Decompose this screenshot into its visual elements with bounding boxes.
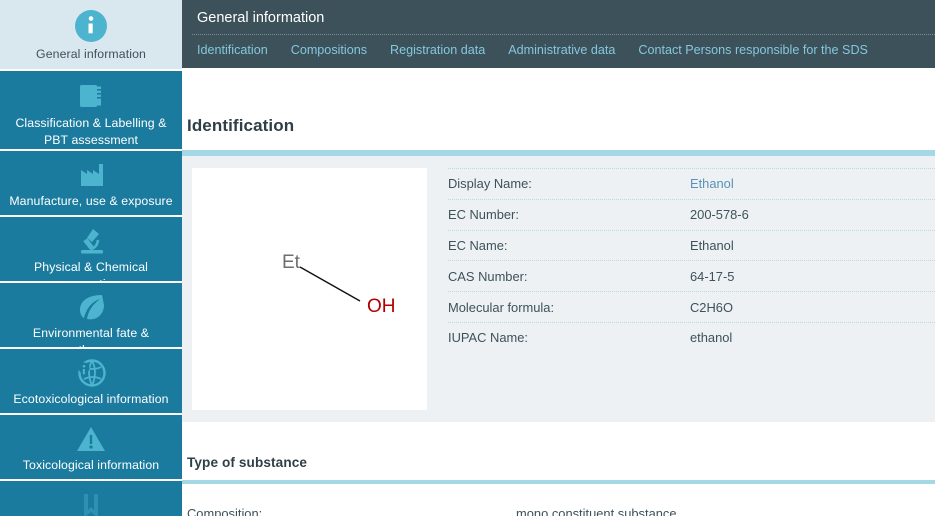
row-value-iupac-name: ethanol bbox=[690, 330, 733, 346]
sidebar-item-toxicological-information[interactable]: Toxicological information bbox=[0, 415, 182, 481]
tab-registration-data[interactable]: Registration data bbox=[390, 42, 485, 58]
sidebar-navigation: General information Classification & Lab… bbox=[0, 0, 182, 516]
sidebar-item-label: Toxicological information bbox=[22, 458, 160, 472]
type-of-substance-heading: Type of substance bbox=[187, 455, 308, 470]
tab-contact-persons-sds[interactable]: Contact Persons responsible for the SDS bbox=[638, 42, 868, 58]
microscope-icon bbox=[75, 226, 107, 256]
row-value-ec-number: 200-578-6 bbox=[690, 207, 749, 223]
tab-identification[interactable]: Identification bbox=[197, 42, 268, 58]
chemical-structure-image: Et OH bbox=[192, 168, 427, 410]
sidebar-item-ecotoxicological-information[interactable]: Ecotoxicological information bbox=[0, 349, 182, 415]
table-row: IUPAC Name: ethanol bbox=[448, 321, 935, 353]
row-label: EC Name: bbox=[448, 237, 508, 253]
row-label: Molecular formula: bbox=[448, 299, 555, 315]
table-row: Molecular formula: C2H6O bbox=[448, 291, 935, 322]
bookmark-icon bbox=[76, 491, 106, 516]
sidebar-item-label: General information bbox=[36, 47, 146, 61]
factory-icon bbox=[75, 160, 107, 190]
table-row: EC Number: 200-578-6 bbox=[448, 198, 935, 230]
sidebar-item-label: Manufacture, use & exposure bbox=[9, 194, 173, 208]
row-label: Display Name: bbox=[448, 176, 532, 192]
row-label: IUPAC Name: bbox=[448, 330, 528, 346]
molecule-label-hydroxyl: OH bbox=[367, 296, 396, 317]
composition-row: Composition: mono constituent substance bbox=[182, 484, 935, 516]
row-value-ec-name: Ethanol bbox=[690, 237, 734, 253]
sidebar-item-general-information[interactable]: General information bbox=[0, 0, 182, 71]
molecule-diagram bbox=[299, 266, 361, 302]
sidebar-item-physical-chemical-properties[interactable]: Physical & Chemical properties bbox=[0, 217, 182, 291]
globe-info-icon bbox=[75, 358, 107, 388]
row-value-cas-number: 64-17-5 bbox=[690, 268, 735, 284]
sidebar-item-classification-labelling-pbt[interactable]: Classification & Labelling & PBT assessm… bbox=[0, 71, 182, 151]
row-value-molecular-formula: C2H6O bbox=[690, 299, 733, 315]
composition-label: Composition: bbox=[187, 506, 263, 516]
table-row: EC Name: Ethanol bbox=[448, 229, 935, 261]
table-row: Display Name: Ethanol bbox=[448, 168, 935, 199]
header-divider bbox=[192, 34, 935, 35]
sidebar-item-environmental-fate-pathways[interactable]: Environmental fate & pathways bbox=[0, 283, 182, 357]
sidebar-item-label: Classification & Labelling & PBT assessm… bbox=[15, 116, 167, 147]
tab-compositions[interactable]: Compositions bbox=[291, 42, 367, 58]
row-label: EC Number: bbox=[448, 207, 519, 223]
sidebar-item-label: Ecotoxicological information bbox=[13, 392, 169, 406]
content-area: Identification Et OH Display Name: Ethan… bbox=[182, 68, 935, 516]
tab-administrative-data[interactable]: Administrative data bbox=[508, 42, 615, 58]
identification-heading: Identification bbox=[187, 116, 295, 135]
warning-triangle-icon bbox=[75, 424, 107, 454]
sidebar-item-manufacture-use-exposure[interactable]: Manufacture, use & exposure bbox=[0, 151, 182, 217]
page-title: General information bbox=[197, 10, 325, 26]
row-label: CAS Number: bbox=[448, 268, 528, 284]
sidebar-item-bookmark[interactable] bbox=[0, 481, 182, 516]
composition-value: mono constituent substance bbox=[516, 506, 677, 516]
leaf-icon bbox=[75, 292, 107, 322]
row-value-display-name[interactable]: Ethanol bbox=[690, 176, 734, 191]
identification-properties-list: Display Name: Ethanol EC Number: 200-578… bbox=[427, 168, 935, 410]
identification-panel: Et OH Display Name: Ethanol EC Number: 2… bbox=[182, 156, 935, 422]
tab-bar: Identification Compositions Registration… bbox=[196, 28, 935, 58]
page-header: General information Identification Compo… bbox=[182, 0, 935, 68]
main-content: General information Identification Compo… bbox=[182, 0, 935, 516]
molecule-label-ethyl: Et bbox=[282, 252, 300, 273]
info-circle-icon bbox=[74, 9, 108, 43]
books-icon bbox=[75, 80, 107, 112]
table-row: CAS Number: 64-17-5 bbox=[448, 260, 935, 291]
application-root: General information Classification & Lab… bbox=[0, 0, 935, 516]
